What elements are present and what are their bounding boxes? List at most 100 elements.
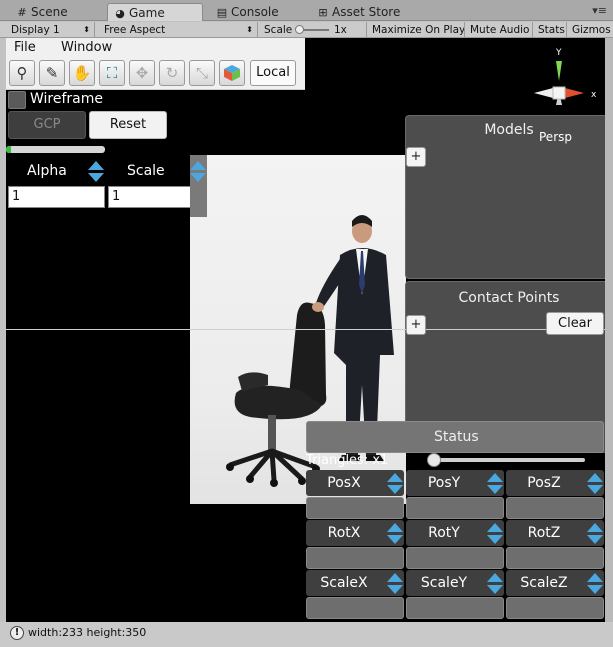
scale-tool-button[interactable]: ⤡: [189, 60, 215, 86]
move-arrows-icon: ✥: [135, 64, 149, 82]
status-message: width:233 height:350: [28, 626, 147, 639]
tab-game[interactable]: ◕ Game: [107, 3, 203, 21]
rotx-spinner[interactable]: [387, 523, 403, 545]
posy-spinner[interactable]: [487, 473, 503, 495]
rotz-input[interactable]: [506, 547, 604, 569]
editor-status-bar: ! width:233 height:350: [0, 622, 613, 647]
mute-audio-toggle[interactable]: Mute Audio: [465, 22, 533, 38]
alpha-spinner[interactable]: [88, 161, 104, 183]
maximize-on-play-toggle[interactable]: Maximize On Play: [367, 22, 465, 38]
persp-label: Persp: [539, 130, 572, 144]
arrow-down-icon: [487, 535, 503, 544]
add-model-button[interactable]: +: [406, 147, 426, 167]
scaley-input[interactable]: [406, 597, 504, 619]
roty-input[interactable]: [406, 547, 504, 569]
roty-label: RotY: [428, 525, 460, 541]
game-view: File Window ⚲ ✎ ✋ ⛶ ✥ ↻ ⤡ Local Wirefram…: [6, 38, 613, 622]
pan-tool-button[interactable]: ✋: [69, 60, 95, 86]
arrow-up-icon: [88, 161, 104, 170]
alpha-input[interactable]: 1: [8, 186, 105, 208]
rotate-tool-button[interactable]: ↻: [159, 60, 185, 86]
gizmo-y-label: Y: [555, 48, 562, 58]
pacman-icon: ◕: [115, 7, 125, 20]
move-tool-button[interactable]: ✥: [129, 60, 155, 86]
status-slider-thumb[interactable]: [427, 453, 441, 467]
stats-toggle[interactable]: Stats: [533, 22, 567, 38]
rotate-icon: ↻: [165, 64, 179, 82]
horizontal-guide-line: [6, 329, 613, 330]
cube-tool-button[interactable]: [219, 60, 245, 86]
scale-value: 1x: [334, 24, 347, 36]
magnifier-icon: ⚲: [16, 64, 28, 82]
scalez-input[interactable]: [506, 597, 604, 619]
arrow-down-icon: [487, 585, 503, 594]
console-icon: ▤: [216, 6, 228, 19]
contact-points-title: Contact Points: [458, 290, 560, 306]
tab-console[interactable]: ▤ Console: [210, 3, 306, 21]
wireframe-checkbox[interactable]: [8, 91, 26, 109]
tool-strip: ⚲ ✎ ✋ ⛶ ✥ ↻ ⤡ Local: [6, 58, 305, 90]
menu-window[interactable]: Window: [61, 40, 112, 55]
arrow-down-icon: [487, 485, 503, 494]
orientation-gizmo[interactable]: Y x: [526, 43, 611, 123]
right-edge: [605, 38, 613, 622]
scalex-label: ScaleX: [320, 575, 368, 591]
reset-button[interactable]: Reset: [89, 111, 167, 139]
posx-input[interactable]: [306, 497, 404, 519]
brush-tool-button[interactable]: ✎: [39, 60, 65, 86]
arrow-down-icon: [587, 485, 603, 494]
aspect-dropdown-label: Free Aspect: [104, 24, 166, 36]
arrow-up-icon: [190, 161, 206, 170]
arrow-down-icon: [88, 173, 104, 182]
scale-slider-thumb[interactable]: [295, 25, 304, 34]
display-dropdown-label: Display 1: [11, 24, 60, 36]
arrow-up-icon: [587, 573, 603, 582]
posz-spinner[interactable]: [587, 473, 603, 495]
store-icon: ⊞: [318, 6, 328, 19]
posz-input[interactable]: [506, 497, 604, 519]
menu-file[interactable]: File: [14, 40, 36, 55]
progress-bar: [6, 146, 105, 153]
scalex-spinner[interactable]: [387, 573, 403, 595]
arrow-down-icon: [387, 535, 403, 544]
cube-icon: [224, 65, 240, 81]
status-slider-track[interactable]: [433, 458, 585, 462]
roty-spinner[interactable]: [487, 523, 503, 545]
arrow-down-icon: [190, 173, 206, 182]
rotx-input[interactable]: [306, 547, 404, 569]
display-dropdown[interactable]: Display 1 ⬍: [6, 22, 95, 38]
arrow-up-icon: [487, 573, 503, 582]
posy-input[interactable]: [406, 497, 504, 519]
scale-label: Scale: [264, 24, 293, 36]
scalez-spinner[interactable]: [587, 573, 603, 595]
posx-spinner[interactable]: [387, 473, 403, 495]
tab-console-label: Console: [231, 5, 279, 19]
gizmo-x-label: x: [591, 90, 597, 100]
axis-gizmo-icon: Y x: [534, 48, 597, 105]
posz-label: PosZ: [527, 475, 561, 491]
scale-spinner-overlay[interactable]: [190, 161, 206, 183]
aspect-dropdown[interactable]: Free Aspect ⬍: [99, 22, 258, 38]
scalez-label: ScaleZ: [520, 575, 568, 591]
progress-fill: [6, 146, 11, 153]
scalex-input[interactable]: [306, 597, 404, 619]
tab-asset-store-label: Asset Store: [332, 5, 401, 19]
arrow-up-icon: [587, 523, 603, 532]
add-contact-point-button[interactable]: +: [406, 315, 426, 335]
rotz-spinner[interactable]: [587, 523, 603, 545]
gcp-button[interactable]: GCP: [8, 111, 86, 139]
scaley-spinner[interactable]: [487, 573, 503, 595]
tab-scene[interactable]: # Scene: [10, 3, 98, 21]
rotx-label: RotX: [327, 525, 361, 541]
gizmos-dropdown[interactable]: Gizmos: [567, 22, 613, 38]
local-space-button[interactable]: Local: [250, 60, 296, 86]
grid-icon: #: [17, 6, 27, 19]
brush-icon: ✎: [45, 64, 59, 82]
select-tool-button[interactable]: ⛶: [99, 60, 125, 86]
clear-button[interactable]: Clear: [546, 312, 604, 335]
tab-menu-icon[interactable]: ▾≡: [592, 4, 607, 17]
posx-label: PosX: [327, 475, 361, 491]
zoom-tool-button[interactable]: ⚲: [9, 60, 35, 86]
tab-game-label: Game: [129, 6, 165, 20]
tab-asset-store[interactable]: ⊞ Asset Store: [311, 3, 421, 21]
